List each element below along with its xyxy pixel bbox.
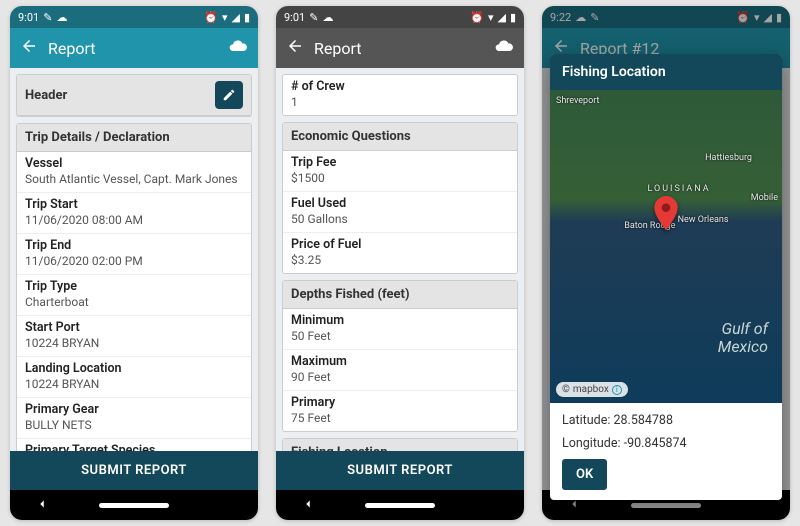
vessel-value: South Atlantic Vessel, Capt. Mark Jones xyxy=(25,172,243,186)
crew-card: # of Crew1 xyxy=(282,74,518,116)
target-species-label: Primary Target Species xyxy=(25,443,243,451)
ok-button[interactable]: OK xyxy=(562,459,607,490)
trip-start-value: 11/06/2020 08:00 AM xyxy=(25,213,243,227)
phone-screen-1: 9:01 ✎ ☁ ⏰ ▾ ◢ ▮ Report Header Trip Deta… xyxy=(10,6,258,520)
status-time: 9:01 xyxy=(18,11,39,24)
wifi-icon: ▾ xyxy=(222,11,228,24)
nav-home-pill[interactable] xyxy=(365,503,435,508)
fishing-location-modal: Fishing Location Shreveport LOUISIANA Ha… xyxy=(550,54,782,500)
back-button[interactable] xyxy=(286,37,304,59)
trip-start-label: Trip Start xyxy=(25,197,243,212)
map-view[interactable]: Shreveport LOUISIANA Hattiesburg Mobile … xyxy=(550,90,782,403)
trip-end-value: 11/06/2020 02:00 PM xyxy=(25,254,243,268)
app-bar: Report xyxy=(276,28,524,68)
phone-screen-2: 9:01 ✎ ☁ ⏰ ▾ ◢ ▮ Report # of Crew1 Econo… xyxy=(276,6,524,520)
nav-back-icon[interactable] xyxy=(301,496,315,515)
app-bar: Report xyxy=(10,28,258,68)
battery-icon: ▮ xyxy=(244,11,250,24)
landing-location-value: 10224 BRYAN xyxy=(25,377,243,391)
longitude-label: Longitude: xyxy=(562,436,621,451)
modal-overlay: Fishing Location Shreveport LOUISIANA Ha… xyxy=(542,6,790,520)
latitude-label: Latitude: xyxy=(562,413,610,428)
vessel-label: Vessel xyxy=(25,156,243,171)
android-nav-bar xyxy=(276,490,524,520)
wifi-icon: ▾ xyxy=(488,11,494,24)
phone-screen-3: 9:22 ☁ ✎ ⏰ ▾ ◢ ▮ Report #12 Fishing Loca… xyxy=(542,6,790,520)
primary-depth-label: Primary xyxy=(291,395,509,410)
fuel-price-value: $3.25 xyxy=(291,253,509,267)
info-icon[interactable]: i xyxy=(612,385,622,395)
cloud-icon: ☁ xyxy=(322,11,333,24)
android-nav-bar xyxy=(10,490,258,520)
city-hattiesburg: Hattiesburg xyxy=(705,153,752,163)
primary-gear-value: BULLY NETS xyxy=(25,418,243,432)
modal-body: Latitude: 28.584788 Longitude: -90.84587… xyxy=(550,403,782,500)
min-depth-label: Minimum xyxy=(291,313,509,328)
cloud-sync-icon[interactable] xyxy=(494,36,514,60)
submit-report-button[interactable]: SUBMIT REPORT xyxy=(10,451,258,490)
submit-report-button[interactable]: SUBMIT REPORT xyxy=(276,451,524,490)
nav-back-icon[interactable] xyxy=(35,496,49,515)
primary-depth-value: 75 Feet xyxy=(291,411,509,425)
depths-card: Depths Fished (feet) Minimum50 Feet Maxi… xyxy=(282,280,518,432)
trip-end-label: Trip End xyxy=(25,238,243,253)
gulf-label: Gulf ofMexico xyxy=(718,320,768,357)
city-neworleans: New Orleans xyxy=(678,215,729,225)
header-card: Header xyxy=(16,74,252,117)
status-bar: 9:01 ✎ ☁ ⏰ ▾ ◢ ▮ xyxy=(276,6,524,28)
max-depth-value: 90 Feet xyxy=(291,370,509,384)
evernote-icon: ✎ xyxy=(309,11,318,24)
max-depth-label: Maximum xyxy=(291,354,509,369)
landing-location-label: Landing Location xyxy=(25,361,243,376)
fishing-location-header: Fishing Location xyxy=(283,439,517,451)
signal-icon: ◢ xyxy=(231,11,239,24)
alarm-icon: ⏰ xyxy=(204,11,218,24)
content-area: Header Trip Details / Declaration Vessel… xyxy=(10,68,258,451)
header-card-title: Header xyxy=(25,88,67,103)
status-bar: 9:01 ✎ ☁ ⏰ ▾ ◢ ▮ xyxy=(10,6,258,28)
crew-value: 1 xyxy=(291,95,509,109)
appbar-title: Report xyxy=(48,39,218,58)
longitude-value: -90.845874 xyxy=(624,436,687,451)
cloud-sync-icon[interactable] xyxy=(228,36,248,60)
economic-header: Economic Questions xyxy=(283,123,517,151)
fuel-price-label: Price of Fuel xyxy=(291,237,509,252)
city-mobile: Mobile xyxy=(751,193,778,203)
city-shreveport: Shreveport xyxy=(556,96,599,106)
trip-fee-label: Trip Fee xyxy=(291,155,509,170)
trip-type-value: Charterboat xyxy=(25,295,243,309)
content-area: # of Crew1 Economic Questions Trip Fee$1… xyxy=(276,68,524,451)
mapbox-attribution[interactable]: © mapbox i xyxy=(556,382,628,397)
start-port-label: Start Port xyxy=(25,320,243,335)
trip-details-card: Trip Details / Declaration VesselSouth A… xyxy=(16,123,252,451)
signal-icon: ◢ xyxy=(497,11,505,24)
depths-header: Depths Fished (feet) xyxy=(283,281,517,309)
fuel-used-label: Fuel Used xyxy=(291,196,509,211)
trip-type-label: Trip Type xyxy=(25,279,243,294)
primary-gear-label: Primary Gear xyxy=(25,402,243,417)
start-port-value: 10224 BRYAN xyxy=(25,336,243,350)
evernote-icon: ✎ xyxy=(43,11,52,24)
battery-icon: ▮ xyxy=(510,11,516,24)
edit-button[interactable] xyxy=(215,81,243,109)
state-louisiana: LOUISIANA xyxy=(647,184,710,194)
trip-details-header: Trip Details / Declaration xyxy=(17,124,251,152)
latitude-value: 28.584788 xyxy=(613,413,673,428)
nav-home-pill[interactable] xyxy=(99,503,169,508)
crew-label: # of Crew xyxy=(291,79,509,94)
fuel-used-value: 50 Gallons xyxy=(291,212,509,226)
min-depth-value: 50 Feet xyxy=(291,329,509,343)
status-time: 9:01 xyxy=(284,11,305,24)
appbar-title: Report xyxy=(314,39,484,58)
fishing-location-card: Fishing Location Fishing Location 30.470… xyxy=(282,438,518,451)
map-pin-icon xyxy=(653,196,679,234)
trip-fee-value: $1500 xyxy=(291,171,509,185)
economic-card: Economic Questions Trip Fee$1500 Fuel Us… xyxy=(282,122,518,274)
back-button[interactable] xyxy=(20,37,38,59)
cloud-icon: ☁ xyxy=(56,11,67,24)
modal-title: Fishing Location xyxy=(550,54,782,90)
alarm-icon: ⏰ xyxy=(470,11,484,24)
